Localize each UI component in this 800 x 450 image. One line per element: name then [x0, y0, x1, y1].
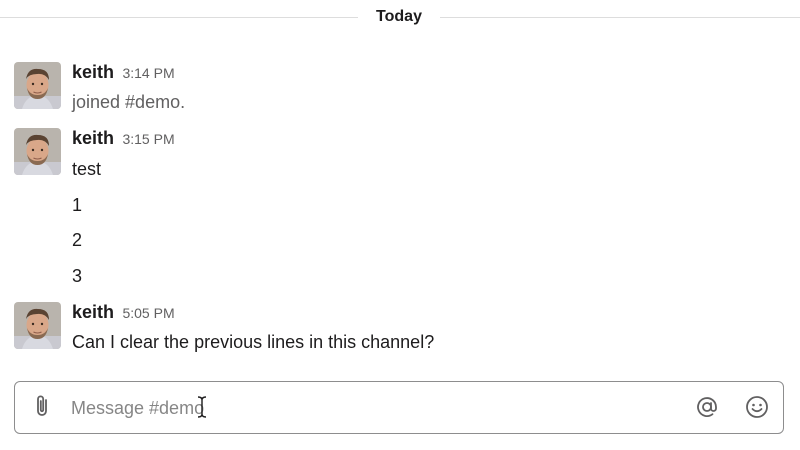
message-text: 3: [72, 266, 83, 286]
message-text: 1: [72, 195, 83, 215]
author-name[interactable]: keith: [72, 128, 114, 148]
message-text: 2: [72, 230, 83, 250]
message-header: keith 3:14 PM: [72, 62, 175, 83]
timestamp[interactable]: 3:14 PM: [122, 65, 174, 81]
message: keith 3:14 PM joined #demo.: [0, 62, 800, 112]
at-sign-icon: [695, 395, 719, 424]
mention-button[interactable]: [693, 395, 721, 423]
message-text: joined #demo.: [72, 92, 186, 112]
message-header: keith 5:05 PM: [72, 302, 175, 323]
author-name[interactable]: keith: [72, 302, 114, 322]
avatar[interactable]: [14, 128, 61, 175]
divider-rule-right: [440, 17, 800, 18]
emoji-button[interactable]: [743, 395, 771, 423]
message-header: keith 3:15 PM: [72, 128, 175, 149]
date-divider: Today: [0, 6, 800, 30]
author-name[interactable]: keith: [72, 62, 114, 82]
message-text: test: [72, 159, 102, 179]
paperclip-icon: [31, 394, 53, 423]
message: keith 3:15 PM test 1 2 3: [0, 128, 800, 288]
message-text: Can I clear the previous lines in this c…: [72, 332, 435, 352]
text-cursor-icon: [196, 396, 208, 418]
message-input[interactable]: [71, 392, 671, 424]
attach-file-button[interactable]: [29, 395, 55, 421]
message-composer: [14, 381, 784, 434]
timestamp[interactable]: 3:15 PM: [122, 131, 174, 147]
avatar[interactable]: [14, 302, 61, 349]
date-divider-label[interactable]: Today: [358, 8, 440, 26]
message: keith 5:05 PM Can I clear the previous l…: [0, 302, 800, 352]
avatar[interactable]: [14, 62, 61, 109]
divider-rule-left: [0, 17, 358, 18]
timestamp[interactable]: 5:05 PM: [122, 305, 174, 321]
smiley-icon: [745, 395, 769, 424]
